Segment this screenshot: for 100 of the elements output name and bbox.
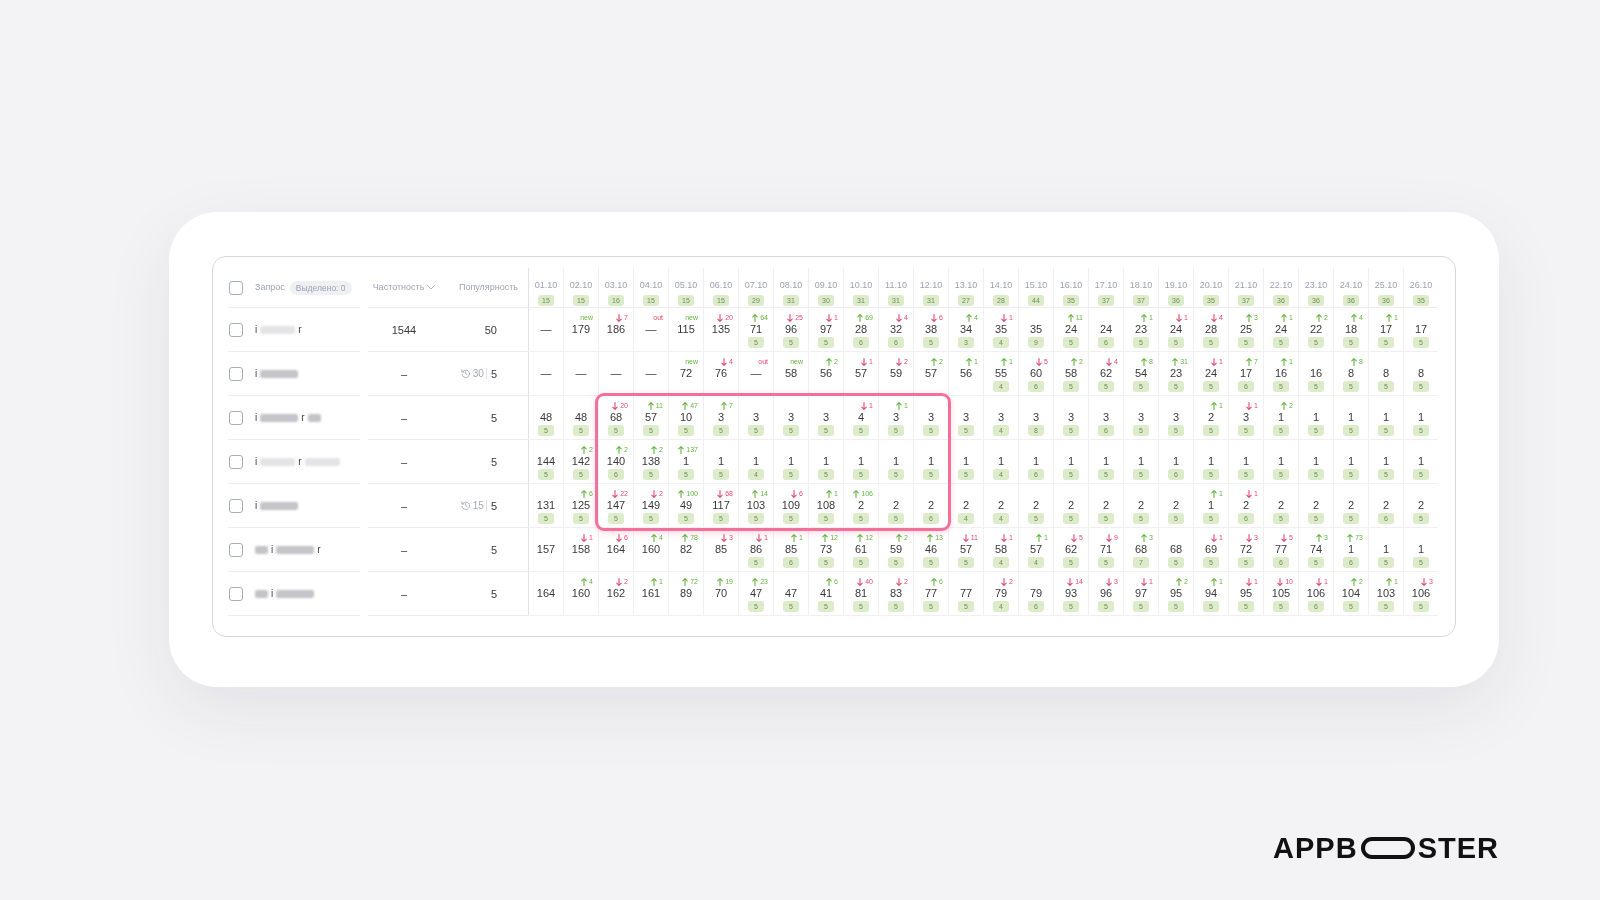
rank-value: 57 [854,366,868,380]
rank-value: 104 [1341,586,1361,600]
query-text: i [255,499,258,512]
rank-value: 24 [1204,366,1218,380]
arrow-up-icon [1211,577,1218,586]
arrow-down-icon [616,313,623,322]
rank-value: 1 [787,454,795,468]
chevron-down-icon [427,285,436,290]
rank-value: 144 [536,454,556,468]
date-label: 24.10 [1339,280,1363,291]
rank-value: 59 [889,366,903,380]
frequency-sort-header[interactable]: Частотность [372,282,436,293]
rank-value: 3 [787,410,795,424]
rank-value: 61 [854,542,868,556]
rank-value: 2 [1242,498,1250,512]
arrow-up-icon [581,489,588,498]
rank-value: 161 [641,586,661,600]
rank-value: 1 [1312,454,1320,468]
arrow-up-icon [1281,357,1288,366]
arrow-down-icon [1211,313,1218,322]
rank-value: 16 [1274,366,1288,380]
arrow-down-icon [1316,577,1323,586]
arrow-down-icon [1141,577,1148,586]
date-label: 02.10 [569,280,593,291]
arrow-up-icon [651,445,658,454]
logo-ring-icon [1360,837,1415,859]
date-label: 26.10 [1409,280,1433,291]
rank-value: 81 [854,586,868,600]
arrow-up-icon [826,489,833,498]
rank-value: 1 [1277,410,1285,424]
arrow-up-icon [1176,577,1183,586]
rank-value: 108 [816,498,836,512]
row-checkbox[interactable] [229,586,243,601]
row-checkbox[interactable] [229,542,243,557]
arrow-down-icon [1071,533,1078,542]
arrow-up-icon [1141,357,1148,366]
rank-value: 162 [606,586,626,600]
rank-value: 35 [994,322,1008,336]
row-checkbox[interactable] [229,410,243,425]
rank-value: — [610,366,622,380]
rank-value: 73 [819,542,833,556]
rank-value: 56 [959,366,973,380]
arrow-up-icon [678,489,685,498]
select-all-checkbox[interactable] [229,280,243,295]
row-checkbox[interactable] [229,454,243,469]
date-label: 08.10 [779,280,803,291]
rank-value: 109 [781,498,801,512]
rank-value: 164 [606,542,626,556]
row-checkbox[interactable] [229,498,243,513]
rank-value: 22 [1309,322,1323,336]
rank-value: 1 [1347,454,1355,468]
rank-value: 24 [1274,322,1288,336]
rank-value: 131 [536,498,556,512]
blurred-text [260,369,299,378]
rank-value: 77 [924,586,938,600]
query-text: i [271,587,274,600]
rank-value: 3 [752,410,760,424]
arrow-up-icon [1141,313,1148,322]
arrow-up-icon [752,489,759,498]
rank-value: 140 [606,454,626,468]
rank-value: 32 [889,322,903,336]
rank-value: 76 [714,366,728,380]
date-label: 16.10 [1059,280,1083,291]
rank-value: 1 [822,454,830,468]
frequency-value: – [400,410,408,425]
rank-value: 1 [1102,454,1110,468]
rank-value: 3 [1032,410,1040,424]
arrow-down-icon [717,489,724,498]
row-checkbox[interactable] [229,322,243,337]
arrow-up-icon [616,445,623,454]
popularity-value: 5 [490,542,497,557]
rank-value: 179 [571,322,591,336]
rank-value: 85 [784,542,798,556]
rank-value: 3 [1242,410,1250,424]
rank-value: 79 [994,586,1008,600]
arrow-up-icon [1067,313,1074,322]
arrow-down-icon [931,313,938,322]
arrow-up-icon [1211,489,1218,498]
rank-value: — [750,366,762,380]
date-label: 20.10 [1199,280,1223,291]
history-icon [460,501,470,510]
rank-value: 70 [714,586,728,600]
rank-value: 3 [892,410,900,424]
date-label: 14.10 [989,280,1013,291]
frequency-value: – [400,366,408,381]
arrow-up-icon [1071,357,1078,366]
arrow-up-icon [1246,357,1253,366]
rank-value: 38 [924,322,938,336]
row-checkbox[interactable] [229,366,243,381]
rank-value: — [540,366,552,380]
rank-value: 74 [1309,542,1323,556]
arrow-down-icon [1211,533,1218,542]
arrow-down-icon [721,357,728,366]
arrow-up-icon [1316,313,1323,322]
rank-value: 2 [1137,498,1145,512]
arrow-up-icon [647,401,654,410]
rank-value: 1 [1277,454,1285,468]
arrow-down-icon [826,313,833,322]
logo-text: APPB [1273,833,1358,863]
rank-value: 1 [1417,542,1425,556]
